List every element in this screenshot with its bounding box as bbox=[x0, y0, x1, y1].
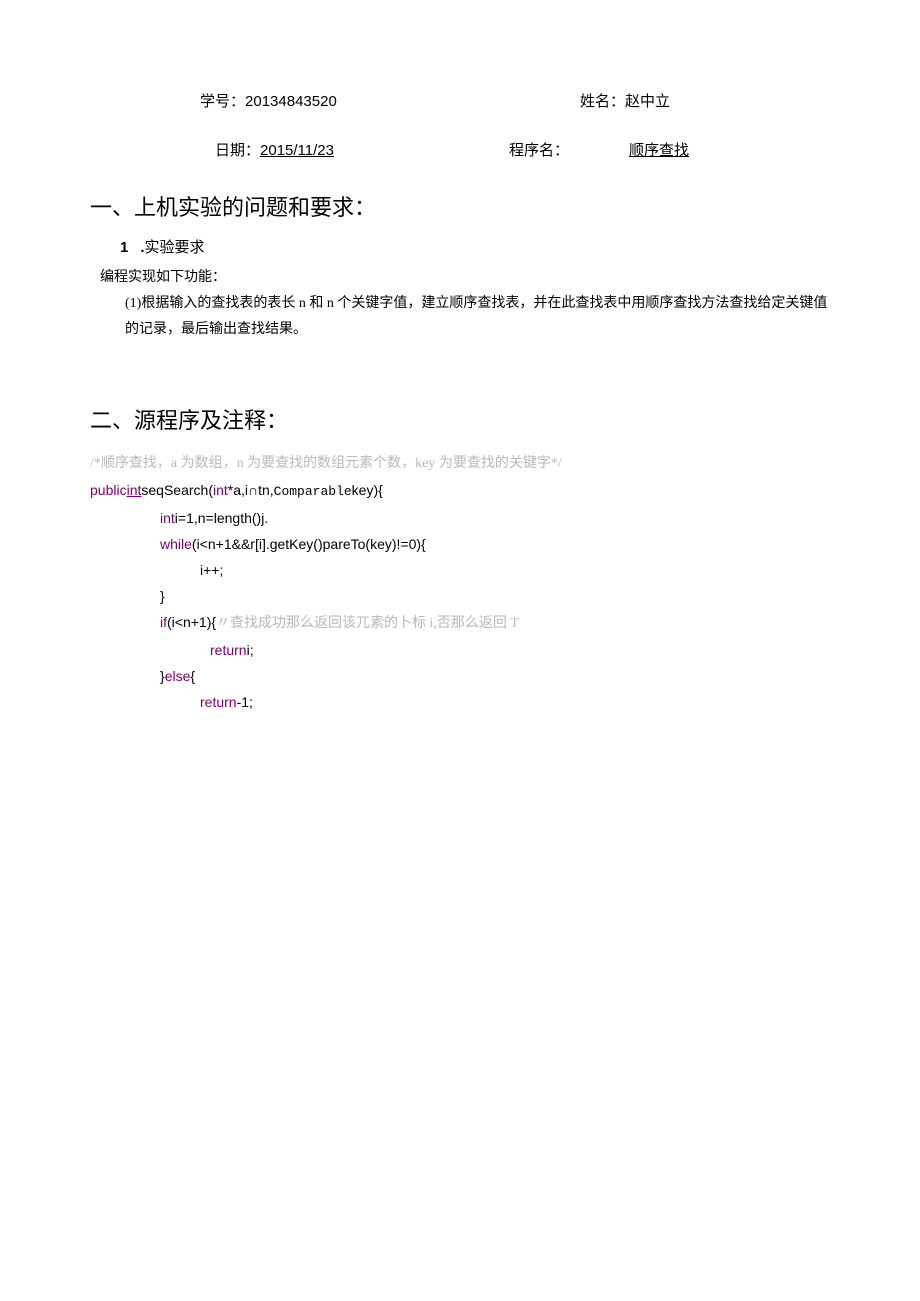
code-line-else: }else{ bbox=[90, 663, 830, 689]
code-block: /*顺序查找，a 为数组，n 为要查找的数组元素个数，key 为要查找的关键字*… bbox=[90, 449, 830, 715]
student-id-label: 学号： bbox=[200, 94, 245, 110]
section-1-title: 一、上机实验的问题和要求： bbox=[90, 190, 830, 222]
document-page: 学号：20134843520 姓名：赵中立 日期：2015/11/23 程序名：… bbox=[0, 0, 920, 715]
code-text: } bbox=[160, 588, 165, 604]
code-line-increment: i++; bbox=[90, 557, 830, 583]
code-text: { bbox=[190, 668, 195, 684]
section-2-title: 二、源程序及注释： bbox=[90, 403, 830, 435]
section-1-line-2: (1)根据输入的查找表的表长 n 和 n 个关键字值，建立顺序查找表，并在此查找… bbox=[125, 291, 830, 343]
kw-return: return bbox=[210, 642, 247, 658]
code-text: -1; bbox=[237, 694, 253, 710]
type-comparable: Comparable bbox=[274, 484, 352, 499]
code-text: seqSearch( bbox=[141, 482, 213, 498]
code-line-declaration: publicintseqSearch(int*a,i∩tn,Comparable… bbox=[90, 477, 830, 505]
kw-while: while bbox=[160, 536, 192, 552]
code-comment: /*顺序查找，a 为数组，n 为要查找的数组元素个数，key 为要查找的关键字*… bbox=[90, 456, 562, 471]
code-inline-comment: 〃查找成功那么返回该兀素的卜标 i,否那么返回 T bbox=[216, 616, 519, 631]
name-value: 赵中立 bbox=[625, 94, 670, 110]
section-1-subheading: 1 .实验要求 bbox=[120, 236, 830, 257]
kw-int: int bbox=[160, 510, 175, 526]
date-value: 2015/11/23 bbox=[260, 142, 334, 159]
program-value: 顺序查找 bbox=[629, 143, 689, 159]
date-label: 日期： bbox=[215, 143, 260, 159]
kw-int2: int bbox=[213, 482, 228, 498]
code-text: i=1,n=length()j. bbox=[175, 510, 268, 526]
name-label: 姓名： bbox=[580, 94, 625, 110]
section-1-line-1: 编程实现如下功能： bbox=[100, 265, 830, 291]
code-text: (i<n+1&&r[i].getKey()pareTo(key)!=0){ bbox=[192, 536, 426, 552]
code-comment-line: /*顺序查找，a 为数组，n 为要查找的数组元素个数，key 为要查找的关键字*… bbox=[90, 449, 830, 477]
student-id-value: 20134843520 bbox=[245, 93, 337, 110]
kw-else: else bbox=[165, 668, 191, 684]
header-row-1: 学号：20134843520 姓名：赵中立 bbox=[90, 90, 830, 111]
spacer bbox=[90, 343, 830, 383]
kw-public: public bbox=[90, 482, 127, 498]
code-line-while: while(i<n+1&&r[i].getKey()pareTo(key)!=0… bbox=[90, 531, 830, 557]
code-line-if: if(i<n+1){〃查找成功那么返回该兀素的卜标 i,否那么返回 T bbox=[90, 609, 830, 637]
code-text: (i<n+1){ bbox=[167, 614, 216, 630]
code-line-return-neg1: return-1; bbox=[90, 689, 830, 715]
code-line-return-i: returni; bbox=[90, 637, 830, 663]
program-label: 程序名： bbox=[509, 143, 569, 159]
student-id-field: 学号：20134843520 bbox=[200, 90, 337, 111]
subheading-number: 1 bbox=[120, 239, 128, 256]
header-row-2: 日期：2015/11/23 程序名： 顺序查找 bbox=[90, 139, 830, 160]
program-field: 程序名： 顺序查找 bbox=[509, 139, 689, 160]
code-text: key){ bbox=[352, 482, 383, 498]
name-field: 姓名：赵中立 bbox=[580, 90, 670, 111]
code-text: i; bbox=[247, 642, 254, 658]
code-text: *a,i∩tn, bbox=[228, 482, 274, 498]
code-text: i++; bbox=[200, 562, 223, 578]
kw-if: if bbox=[160, 614, 167, 630]
date-field: 日期：2015/11/23 bbox=[215, 139, 334, 160]
kw-int: int bbox=[127, 482, 142, 498]
kw-return: return bbox=[200, 694, 237, 710]
code-line-close-brace: } bbox=[90, 583, 830, 609]
subheading-text: 实验要求 bbox=[145, 240, 205, 256]
code-line-int-decl: inti=1,n=length()j. bbox=[90, 505, 830, 531]
